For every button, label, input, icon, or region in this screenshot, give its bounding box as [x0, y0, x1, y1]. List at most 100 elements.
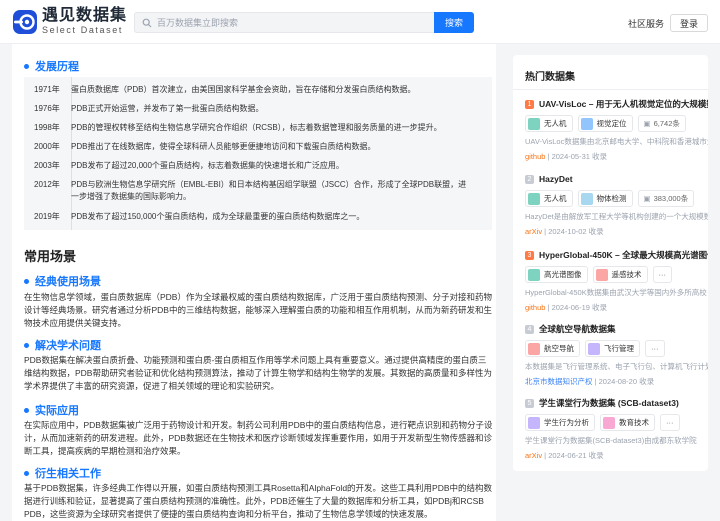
main-content: 发展历程 1971年 蛋白质数据库（PDB）首次建立，由美国国家科学基金会资助，旨…: [12, 44, 496, 521]
search-icon: [142, 18, 152, 27]
hot-datasets-panel: 热门数据集 1 UAV-VisLoc – 用于无人机视觉定位的大规模数据集 无人机…: [513, 55, 708, 471]
dataset-meta: arXiv | 2024-10-02 收录: [525, 226, 708, 237]
bullet-dot-icon: [24, 342, 29, 348]
rank-badge: 3: [525, 250, 534, 260]
bullet-dot-icon: [24, 63, 29, 69]
dataset-card[interactable]: 2 HazyDet 无人机 物体检测 ▣ 383,000条 HazyDet是由解放军…: [525, 173, 708, 237]
student-icon: [528, 416, 540, 429]
login-button[interactable]: 登录: [670, 14, 708, 32]
bullet-dot-icon: [24, 407, 29, 413]
dataset-name[interactable]: 学生课堂行为数据集 (SCB-dataset3): [539, 397, 679, 409]
dataset-description: HyperGlobal-450K数据集由武汉大学等国内外多所高校: [525, 288, 707, 297]
timeline-event: 2000年 PDB推出了在线数据库，使得全球科研人员能够更便捷地访问和下载蛋白质结…: [34, 142, 376, 151]
top-bar: 遇见数据集 Select Dataset 搜索 社区服务 登录: [0, 0, 720, 44]
timeline-event: 1976年 PDB正式开始运营，并发布了第一批蛋白质结构数据。: [34, 104, 264, 113]
dataset-description: 学生课堂行为数据集(SCB-dataset3)由成都东软学院: [525, 436, 697, 445]
search-box: [134, 12, 434, 33]
brand-tagline: Select Dataset: [42, 25, 123, 35]
dataset-meta: github | 2024-06-19 收录: [525, 302, 708, 313]
dataset-source[interactable]: arXiv: [525, 227, 542, 236]
drone-icon: [528, 192, 540, 205]
dataset-tag[interactable]: 遥感技术: [592, 266, 648, 283]
brand-name: 遇见数据集: [42, 7, 128, 24]
community-link[interactable]: 社区服务: [628, 17, 664, 30]
more-tags-button[interactable]: ···: [660, 414, 680, 431]
dataset-tag[interactable]: 视觉定位: [577, 115, 633, 132]
dataset-tag[interactable]: 物体检测: [577, 190, 633, 207]
section-body: 在实际应用中，PDB数据集被广泛用于药物设计和开发。制药公司利用PDB中的蛋白质…: [24, 420, 493, 456]
satellite-icon: [595, 268, 608, 281]
record-count: ▣ 6,742条: [637, 115, 686, 132]
dataset-meta: 北京市数据知识产权 | 2024-08-20 收录: [525, 376, 708, 387]
section-body: 在生物信息学领域，蛋白质数据库（PDB）作为全球最权威的蛋白质结构数据库，广泛用…: [24, 292, 492, 328]
dataset-source[interactable]: 北京市数据知识产权: [525, 377, 593, 386]
rank-badge: 2: [525, 174, 534, 184]
database-icon: ▣: [643, 119, 651, 128]
timeline-event: 1998年 PDB的管理权转移至结构生物信息学研究合作组织（RCSB），标志着数据…: [34, 123, 442, 132]
dataset-card[interactable]: 3 HyperGlobal-450K – 全球最大规模高光谱图像数据集 高光谱图像…: [525, 249, 708, 313]
section-heading: 解决学术问题: [24, 337, 101, 353]
flight-icon: [588, 342, 600, 355]
dataset-meta: arXiv | 2024-06-21 收录: [525, 450, 708, 461]
record-count: ▣ 383,000条: [637, 190, 695, 207]
dataset-date: 2024-10-02 收录: [548, 227, 604, 236]
dataset-date: 2024-06-19 收录: [551, 303, 608, 312]
dataset-source[interactable]: github: [525, 152, 545, 161]
history-timeline: 1971年 蛋白质数据库（PDB）首次建立，由美国国家科学基金会资助，旨在存储和分…: [24, 77, 492, 230]
bullet-dot-icon: [24, 470, 29, 476]
dataset-name[interactable]: 全球航空导航数据集: [539, 323, 616, 335]
rank-badge: 4: [525, 324, 534, 334]
timeline-divider: [71, 77, 72, 230]
spectrum-icon: [528, 268, 540, 281]
dataset-tag[interactable]: 高光谱图像: [525, 266, 588, 283]
scenarios-title: 常用场景: [24, 249, 77, 264]
bullet-dot-icon: [24, 278, 29, 284]
panel-divider: [513, 89, 708, 90]
dataset-tag[interactable]: 教育技术: [600, 414, 655, 431]
timeline-event: 1971年 蛋白质数据库（PDB）首次建立，由美国国家科学基金会资助，旨在存储和分…: [34, 85, 416, 94]
dataset-tag[interactable]: 航空导航: [525, 340, 580, 357]
dataset-name[interactable]: HyperGlobal-450K – 全球最大规模高光谱图像数据集: [539, 249, 708, 261]
dataset-tag[interactable]: 学生行为分析: [525, 414, 595, 431]
dataset-name[interactable]: UAV-VisLoc – 用于无人机视觉定位的大规模数据集: [539, 98, 708, 110]
dataset-source[interactable]: github: [525, 303, 545, 312]
dataset-date: 2024-06-21 收录: [548, 451, 604, 460]
dataset-card[interactable]: 5 学生课堂行为数据集 (SCB-dataset3) 学生行为分析 教育技术 ··…: [525, 397, 708, 461]
search-input[interactable]: [157, 17, 417, 28]
hot-datasets-title: 热门数据集: [525, 72, 575, 83]
more-tags-button[interactable]: ···: [645, 340, 665, 357]
history-heading: 发展历程: [24, 58, 79, 74]
rank-badge: 1: [525, 99, 534, 109]
timeline-event: 2012年 PDB与欧洲生物信息学研究所（EMBL-EBI）和日本结构基因组学联盟…: [34, 180, 467, 201]
brand-logo[interactable]: 遇见数据集 Select Dataset: [12, 8, 127, 35]
dataset-date: 2024-05-31 收录: [551, 152, 608, 161]
dataset-card[interactable]: 1UAV-VisLoc – 用于无人机视觉定位的大规模数据集 无人机 视觉定位 …: [525, 98, 708, 162]
dataset-source[interactable]: arXiv: [525, 451, 542, 460]
database-icon: ▣: [643, 194, 651, 203]
dataset-description: HazyDet是由解放军工程大学等机构创建的一个大规模数据集: [525, 212, 708, 221]
section-heading: 衍生相关工作: [24, 465, 101, 481]
dataset-description: UAV-VisLoc数据集由北京邮电大学、中科院和香港城市大学: [525, 137, 708, 146]
section-heading: 经典使用场景: [24, 273, 101, 289]
timeline-event: 2019年 PDB发布了超过150,000个蛋白质结构，成为全球最重要的蛋白质结构…: [34, 212, 365, 221]
section-heading: 实际应用: [24, 402, 79, 418]
dataset-date: 2024-08-20 收录: [598, 377, 655, 386]
dataset-name[interactable]: HazyDet: [539, 174, 573, 184]
drone-icon: [528, 117, 540, 130]
dataset-meta: github | 2024-05-31 收录: [525, 151, 708, 162]
dataset-tag[interactable]: 无人机: [525, 190, 573, 207]
logo-mark-icon: [13, 9, 37, 34]
section-body: PDB数据集在解决蛋白质折叠、功能预测和蛋白质-蛋白质相互作用等学术问题上具有重…: [24, 355, 492, 391]
search-button[interactable]: 搜索: [434, 12, 474, 33]
timeline-event: 2003年 PDB发布了超过20,000个蛋白质结构，标志着数据集的快速增长和广泛…: [34, 161, 344, 170]
navigation-icon: [528, 342, 540, 355]
section-body: 基于PDB数据集，许多经典工作得以开展，如蛋白质结构预测工具Rosetta和Al…: [24, 483, 493, 519]
dataset-card[interactable]: 4 全球航空导航数据集 航空导航 飞行管理 ··· 本数据集是飞行管理系统、电子飞…: [525, 323, 708, 387]
detection-icon: [580, 192, 593, 205]
dataset-tag[interactable]: 无人机: [525, 115, 573, 132]
more-tags-button[interactable]: ···: [652, 266, 672, 283]
dataset-tag[interactable]: 飞行管理: [585, 340, 640, 357]
rank-badge: 5: [525, 398, 534, 408]
location-icon: [580, 117, 593, 130]
education-icon: [603, 416, 615, 429]
